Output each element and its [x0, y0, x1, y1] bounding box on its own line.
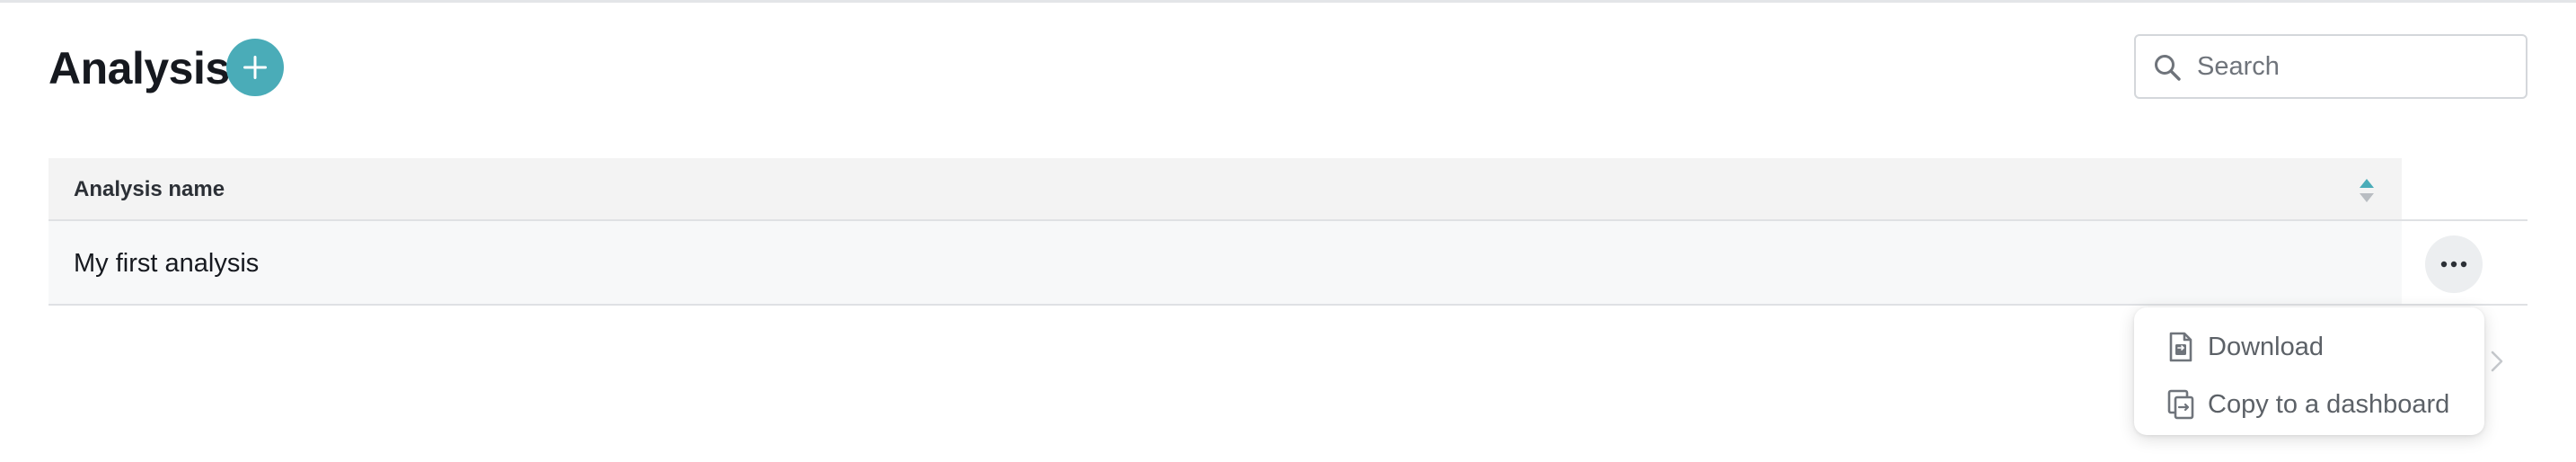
- search-icon: [2155, 55, 2181, 81]
- table-header: Analysis name: [49, 158, 2402, 221]
- more-horizontal-icon: [2440, 261, 2467, 268]
- row-actions-button[interactable]: [2425, 235, 2483, 293]
- menu-item-download-label: Download: [2208, 332, 2324, 361]
- table-row[interactable]: My first analysis: [49, 221, 2402, 306]
- analysis-name-cell[interactable]: My first analysis: [74, 221, 259, 306]
- copy-icon: [2167, 389, 2194, 420]
- search-box[interactable]: [2134, 34, 2527, 99]
- add-analysis-button[interactable]: [226, 39, 284, 96]
- column-header-analysis-name[interactable]: Analysis name: [74, 158, 225, 221]
- sort-icon[interactable]: [2357, 176, 2377, 205]
- row-divider: [49, 304, 2527, 306]
- header-divider: [2402, 219, 2527, 221]
- chevron-right-icon[interactable]: [2488, 347, 2506, 376]
- file-download-icon: [2169, 332, 2192, 362]
- menu-item-download[interactable]: Download: [2166, 324, 2472, 370]
- search-input[interactable]: [2197, 36, 2520, 97]
- page-title: Analysis: [49, 43, 230, 93]
- top-divider: [0, 0, 2576, 3]
- menu-item-copy-to-dashboard[interactable]: Copy to a dashboard: [2166, 381, 2472, 428]
- menu-item-copy-label: Copy to a dashboard: [2208, 389, 2450, 419]
- plus-icon: [243, 56, 267, 79]
- row-actions-menu: Download Copy to a dashboard: [2134, 307, 2484, 435]
